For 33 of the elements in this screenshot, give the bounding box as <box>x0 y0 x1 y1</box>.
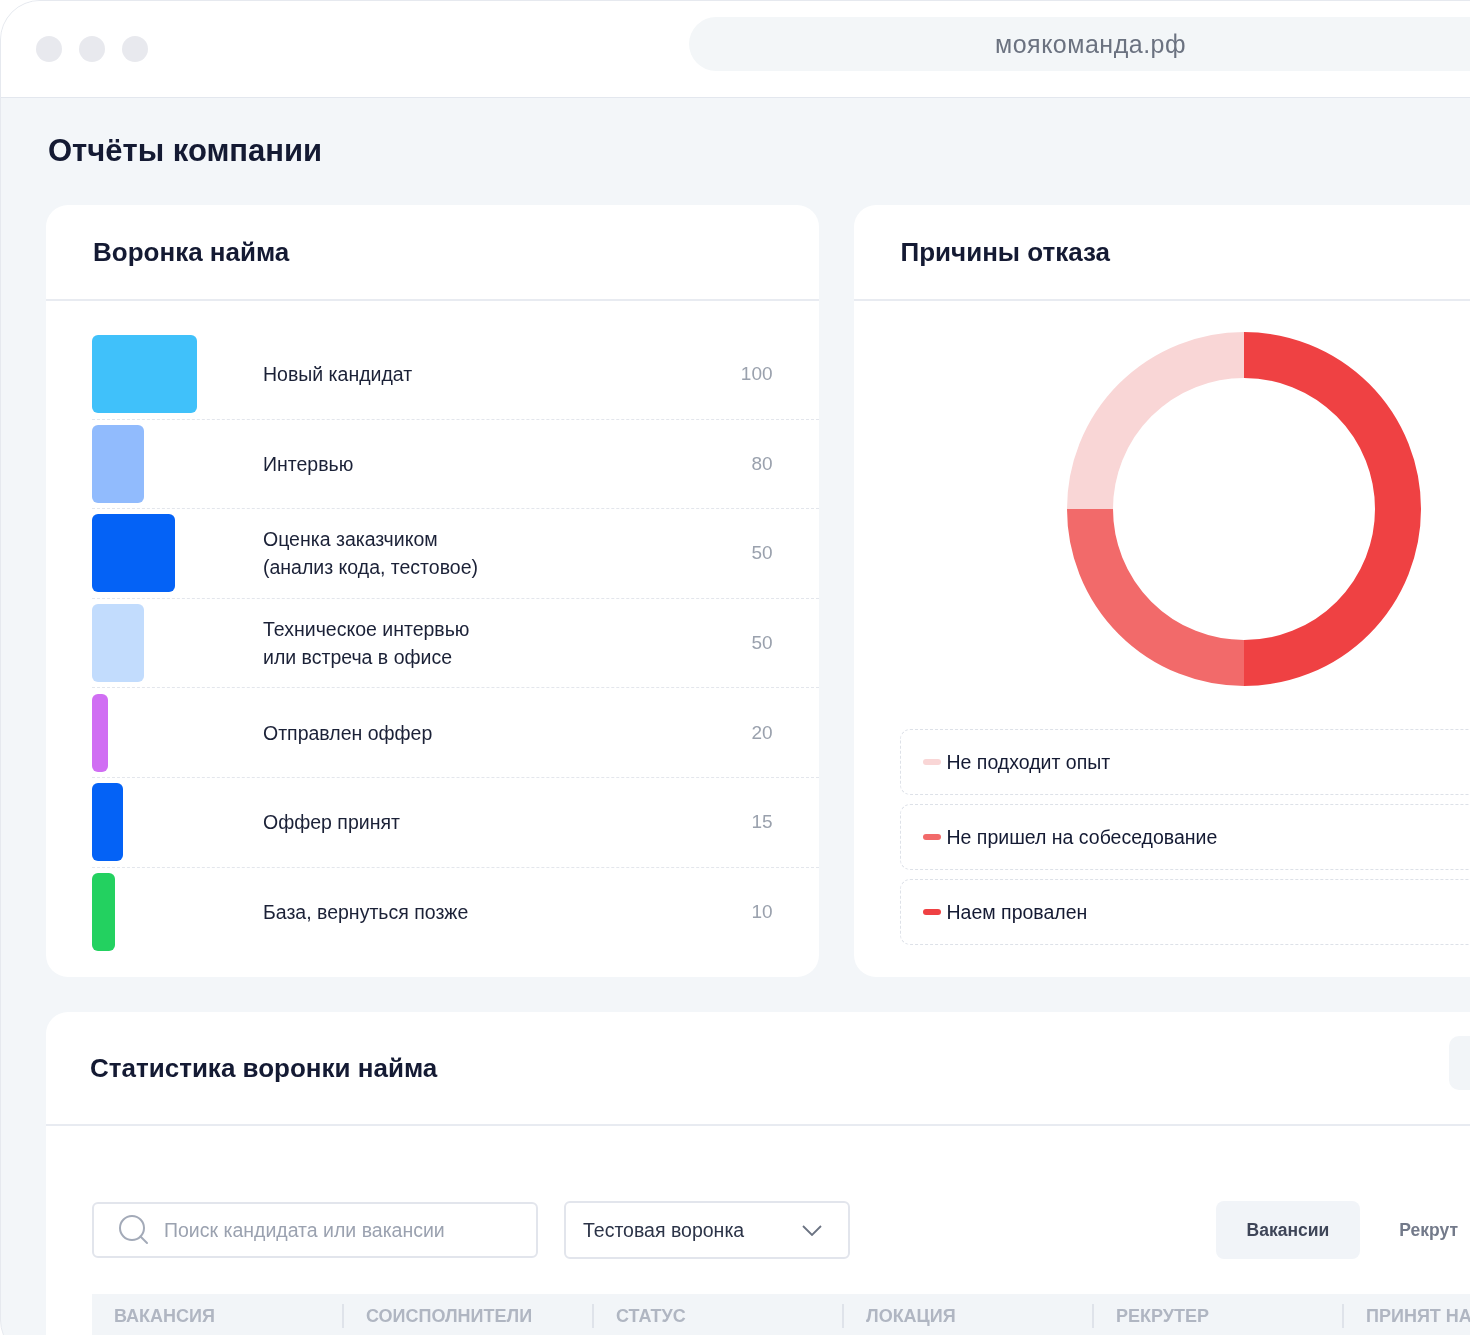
stage-count: 100 <box>739 363 774 386</box>
column-header: СОИСПОЛНИТЕЛИ <box>366 1305 533 1327</box>
legend-label: Наем провален <box>946 900 1088 924</box>
column-header: РЕКРУТЕР <box>1116 1305 1209 1327</box>
card-title: Статистика воронки найма <box>90 1052 438 1084</box>
legend-label: Не подходит опыт <box>946 750 1111 774</box>
tab[interactable]: Вакансии <box>1215 1201 1361 1259</box>
stage-label: База, вернуться позже <box>263 900 470 926</box>
stage-label: Техническое интервью или встреча в офисе <box>263 617 471 671</box>
stage-label: Оценка заказчиком (анализ кода, тестовое) <box>263 527 479 581</box>
column-header: СТАТУС <box>616 1305 686 1327</box>
chevron-down-icon <box>802 1224 822 1236</box>
stage-count: 80 <box>750 452 774 475</box>
funnel-dropdown[interactable]: Тестовая воронка <box>564 1201 850 1259</box>
address-bar[interactable]: моякоманда.рф <box>689 17 1470 71</box>
stage-label: Оффер принят <box>263 810 401 836</box>
stage-count: 20 <box>750 721 774 744</box>
stage-count: 15 <box>750 811 774 834</box>
legend-label: Не пришел на собеседование <box>946 825 1218 849</box>
page-title: Отчёты компании <box>48 132 324 170</box>
column-header: ВАКАНСИЯ <box>114 1305 215 1327</box>
stage-label: Интервью <box>263 451 355 477</box>
address-text: моякоманда.рф <box>995 29 1187 59</box>
card-title: Причины отказа <box>900 236 1111 268</box>
stage-label: Новый кандидат <box>263 362 414 388</box>
tab[interactable]: Рекрут <box>1368 1201 1470 1259</box>
card-title: Воронка найма <box>93 236 290 268</box>
stage-label: Отправлен оффер <box>263 720 434 746</box>
search-field[interactable]: Поиск кандидата или вакансии <box>92 1202 538 1258</box>
column-header: ЛОКАЦИЯ <box>866 1305 956 1327</box>
stage-count: 10 <box>750 901 774 924</box>
stage-count: 50 <box>750 542 774 565</box>
stage-count: 50 <box>750 632 774 655</box>
